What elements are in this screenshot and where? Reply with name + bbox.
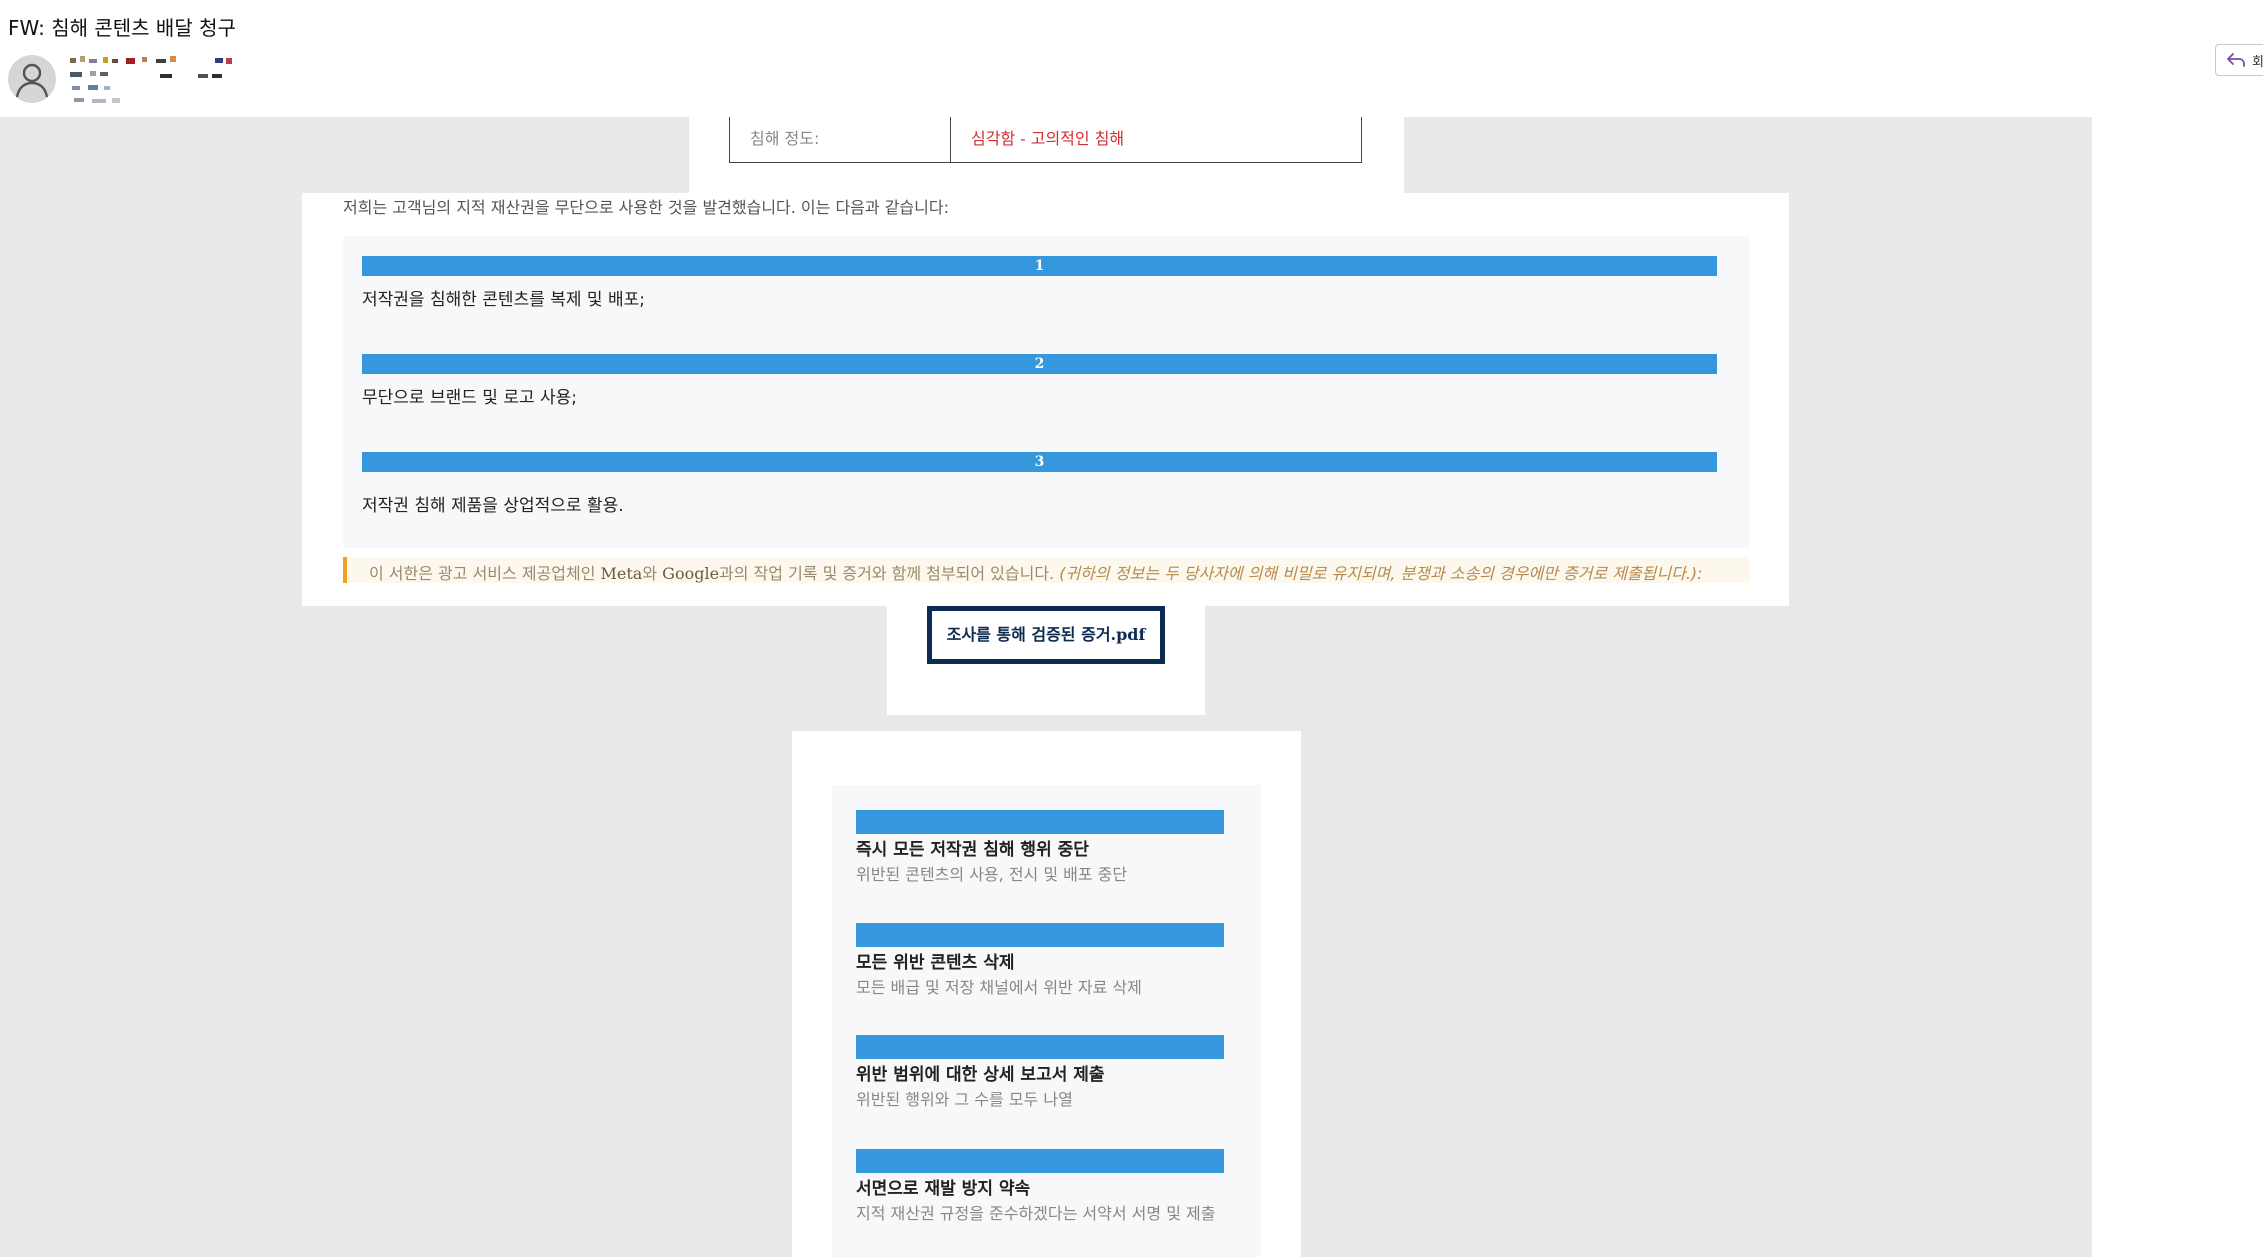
- email-header: FW: 침해 콘텐츠 배달 청구 회: [0, 0, 2263, 117]
- requirement-desc-4: 지적 재산권 규정을 준수하겠다는 서약서 서명 및 제출: [856, 1204, 1216, 1223]
- violation-item-2: 무단으로 브랜드 및 로고 사용;: [362, 388, 578, 408]
- violation-number-2: 2: [362, 354, 1717, 374]
- requirement-title-2: 모든 위반 콘텐츠 삭제: [856, 953, 1015, 973]
- reply-arrow-icon: [2227, 53, 2245, 67]
- pdf-attachment-button[interactable]: 조사를 통해 검증된 증거.pdf: [927, 606, 1165, 664]
- requirement-desc-3: 위반된 행위와 그 수를 모두 나열: [856, 1090, 1073, 1109]
- severity-label: 침해 정도:: [730, 117, 951, 162]
- sender-info-redacted: [70, 56, 250, 110]
- violation-number-3: 3: [362, 452, 1717, 472]
- notice-callout: 이 서한은 광고 서비스 제공업체인 Meta와 Google과의 작업 기록 …: [343, 557, 1750, 583]
- notice-part-2: 와: [642, 564, 663, 583]
- requirement-bar-4: [856, 1149, 1224, 1173]
- intro-text: 저희는 고객님의 지적 재산권을 무단으로 사용한 것을 발견했습니다. 이는 …: [343, 198, 949, 217]
- violation-number-1: 1: [362, 256, 1717, 276]
- notice-part-3: 과의 작업 기록 및 증거와 함께 첨부되어 있습니다.: [719, 564, 1055, 583]
- reply-button[interactable]: 회: [2215, 44, 2263, 76]
- requirement-bar-2: [856, 923, 1224, 947]
- pdf-ext: .pdf: [1110, 625, 1146, 644]
- notice-part-1: 이 서한은 광고 서비스 제공업체인: [369, 564, 601, 583]
- notice-italic: (귀하의 정보는 두 당사자에 의해 비밀로 유지되며, 분쟁과 소송의 경우에…: [1054, 564, 1703, 583]
- requirement-title-4: 서면으로 재발 방지 약속: [856, 1179, 1031, 1199]
- sender-avatar-icon[interactable]: [8, 55, 56, 103]
- requirement-bar-1: [856, 810, 1224, 834]
- notice-meta: Meta: [600, 564, 643, 583]
- requirement-desc-1: 위반된 콘텐츠의 사용, 전시 및 배포 중단: [856, 865, 1128, 884]
- email-subject: FW: 침해 콘텐츠 배달 청구: [8, 16, 236, 40]
- requirement-bar-3: [856, 1035, 1224, 1059]
- notice-text: 이 서한은 광고 서비스 제공업체인 Meta와 Google과의 작업 기록 …: [369, 560, 1703, 584]
- reply-label: 회: [2252, 55, 2263, 70]
- requirement-desc-2: 모든 배급 및 저장 채널에서 위반 자료 삭제: [856, 978, 1142, 997]
- violation-item-1: 저작권을 침해한 콘텐츠를 복제 및 배포;: [362, 290, 645, 310]
- severity-value: 심각함 - 고의적인 침해: [971, 129, 1125, 148]
- requirement-title-1: 즉시 모든 저작권 침해 행위 중단: [856, 840, 1089, 860]
- severity-table: 침해 정도: 심각함 - 고의적인 침해: [729, 117, 1362, 163]
- notice-google: Google: [662, 564, 720, 583]
- violation-item-3: 저작권 침해 제품을 상업적으로 활용.: [362, 496, 624, 516]
- pdf-name: 조사를 통해 검증된 증거: [946, 625, 1111, 644]
- requirement-title-3: 위반 범위에 대한 상세 보고서 제출: [856, 1065, 1105, 1085]
